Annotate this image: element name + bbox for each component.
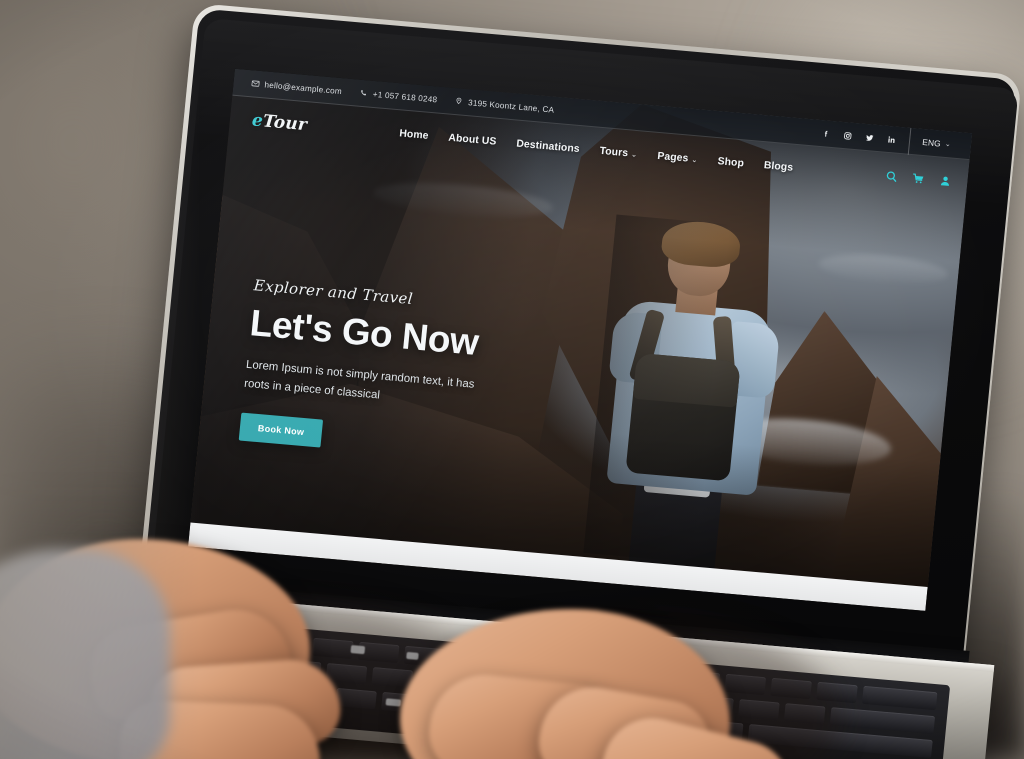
language-label: ENG: [921, 136, 942, 149]
shirt-sleeve: [0, 549, 170, 759]
facebook-icon[interactable]: [821, 129, 831, 139]
nav-item-shop[interactable]: Shop: [717, 156, 744, 169]
site-logo[interactable]: eTour: [251, 110, 308, 135]
hero-paragraph: Lorem Ipsum is not simply random text, i…: [243, 358, 476, 402]
nav-item-destinations[interactable]: Destinations: [516, 138, 580, 154]
nav-label: Shop: [717, 155, 745, 169]
hands-foreground: [0, 459, 1024, 759]
phone-icon: [359, 89, 368, 98]
topbar-address-text: 3195 Koontz Lane, CA: [467, 97, 555, 115]
nav-label: Destinations: [515, 138, 581, 155]
nav-label: Home: [398, 127, 430, 142]
nav-item-about-us[interactable]: About US: [448, 132, 497, 147]
search-icon[interactable]: [885, 170, 898, 183]
social-links: [821, 129, 910, 146]
user-account-icon[interactable]: [939, 175, 952, 188]
chevron-down-icon: ⌄: [944, 140, 952, 149]
cart-icon[interactable]: [912, 172, 925, 185]
nav-label: About US: [447, 132, 497, 148]
hero-content: Explorer and Travel Let's Go Now Lorem I…: [238, 276, 584, 469]
nav-item-tours[interactable]: Tours ⌄: [599, 145, 638, 159]
nav-item-blogs[interactable]: Blogs: [763, 160, 793, 174]
instagram-icon[interactable]: [843, 131, 853, 141]
language-selector[interactable]: ENG ⌄: [907, 127, 959, 159]
location-pin-icon: [455, 97, 464, 106]
nav-label: Pages: [656, 150, 689, 165]
topbar-address[interactable]: 3195 Koontz Lane, CA: [455, 97, 555, 115]
nav-label: Blogs: [763, 159, 794, 174]
topbar-email[interactable]: hello@example.com: [251, 79, 342, 96]
topbar-phone[interactable]: +1 057 618 0248: [359, 88, 438, 104]
linkedin-icon[interactable]: [887, 134, 897, 144]
chevron-down-icon: ⌄: [630, 149, 638, 159]
nav-label: Tours: [599, 145, 629, 159]
screenshot-scene: hello@example.com +1 057 618 0248 3195 K…: [0, 0, 1024, 759]
chevron-down-icon: ⌄: [690, 154, 699, 164]
envelope-icon: [251, 79, 260, 88]
nav-item-pages[interactable]: Pages ⌄: [657, 150, 698, 164]
nav-item-home[interactable]: Home: [399, 128, 429, 141]
topbar-email-text: hello@example.com: [264, 79, 343, 96]
logo-name: Tour: [261, 111, 308, 136]
navbar-action-icons: [885, 170, 952, 188]
topbar-phone-text: +1 057 618 0248: [372, 89, 438, 104]
twitter-icon[interactable]: [865, 132, 875, 142]
